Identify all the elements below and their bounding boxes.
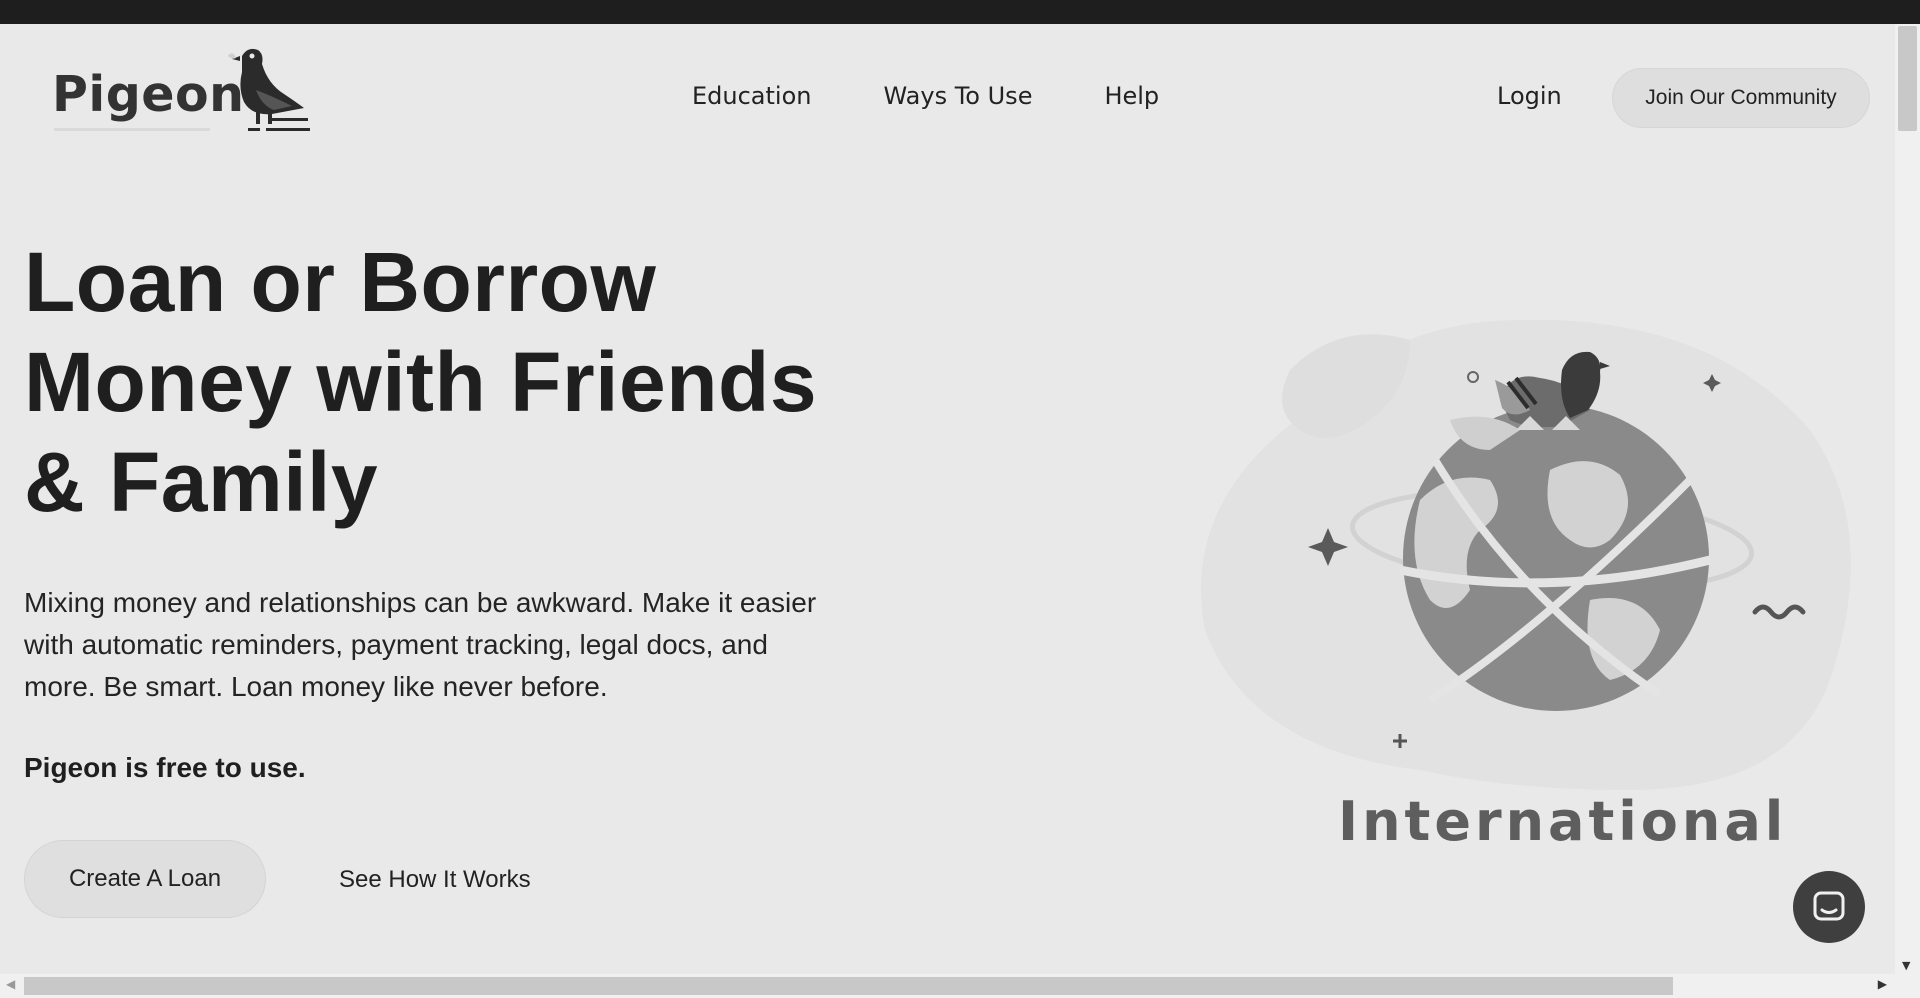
- pigeon-logo-icon: [228, 48, 310, 131]
- vertical-scrollbar[interactable]: ▼: [1895, 24, 1920, 974]
- horizontal-scrollbar[interactable]: ◀ ▶: [0, 974, 1895, 998]
- hero-description: Mixing money and relationships can be aw…: [24, 582, 924, 708]
- logo-underline: [54, 128, 210, 131]
- scroll-down-arrow-icon[interactable]: ▼: [1902, 959, 1910, 972]
- scrollbar-corner: [1895, 974, 1920, 998]
- see-how-it-works-link[interactable]: See How It Works: [339, 866, 531, 894]
- horizontal-scroll-thumb[interactable]: [24, 977, 1673, 995]
- hero-description-line: Mixing money and relationships can be aw…: [24, 587, 817, 618]
- create-loan-button[interactable]: Create A Loan: [24, 840, 266, 918]
- hero-title-line: Loan or Borrow: [24, 235, 657, 329]
- hero-description-line: with automatic reminders, payment tracki…: [24, 629, 768, 660]
- illustration-label: International: [1338, 790, 1788, 853]
- nav-item-education[interactable]: Education: [692, 82, 811, 110]
- hero-title-line: & Family: [24, 435, 379, 529]
- browser-top-bar: [0, 0, 1920, 24]
- hero-title-line: Money with Friends: [24, 335, 818, 429]
- hero-description-line: more. Be smart. Loan money like never be…: [24, 671, 608, 702]
- globe-with-pigeon-illustration: [1200, 319, 1851, 790]
- chat-widget-button[interactable]: [1793, 871, 1865, 943]
- login-link[interactable]: Login: [1497, 82, 1562, 110]
- free-note: Pigeon is free to use.: [24, 752, 306, 783]
- scroll-left-arrow-icon[interactable]: ◀: [6, 977, 15, 991]
- vertical-scroll-thumb[interactable]: [1898, 26, 1917, 131]
- scroll-right-arrow-icon[interactable]: ▶: [1878, 977, 1887, 991]
- hero-title: Loan or Borrow Money with Friends & Fami…: [24, 232, 974, 532]
- join-community-button[interactable]: Join Our Community: [1612, 68, 1870, 128]
- main-nav: Education Ways To Use Help: [692, 82, 1159, 110]
- nav-item-help[interactable]: Help: [1104, 82, 1159, 110]
- chat-bubble-icon: [1813, 891, 1845, 921]
- brand-logo[interactable]: Pigeon: [52, 44, 312, 136]
- nav-item-ways-to-use[interactable]: Ways To Use: [883, 82, 1032, 110]
